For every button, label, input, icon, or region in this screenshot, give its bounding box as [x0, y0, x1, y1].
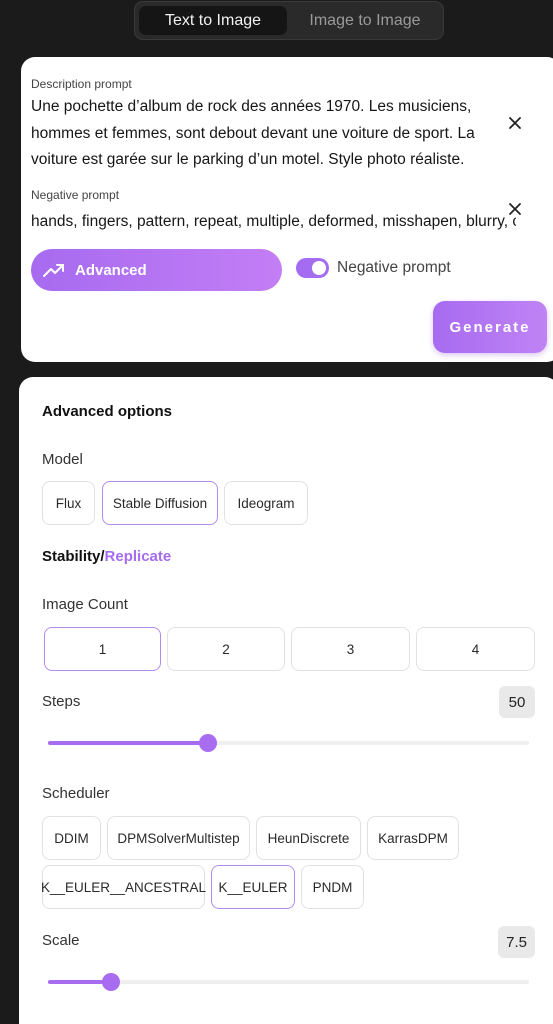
- image-count-3[interactable]: 3: [291, 627, 410, 671]
- scale-label: Scale: [42, 932, 80, 949]
- image-count-2[interactable]: 2: [167, 627, 285, 671]
- scheduler-chip-ddim[interactable]: DDIM: [42, 816, 101, 860]
- scheduler-chip-k-euler-ancestral[interactable]: K__EULER__ANCESTRAL: [41, 865, 206, 909]
- steps-slider-fill: [48, 741, 209, 745]
- scheduler-chip-karrasdpm[interactable]: KarrasDPM: [367, 816, 459, 860]
- model-label: Model: [42, 451, 83, 468]
- negative-prompt-input[interactable]: hands, fingers, pattern, repeat, multipl…: [31, 209, 516, 235]
- clear-description-button[interactable]: [505, 113, 525, 133]
- negative-prompt-label: Negative prompt: [31, 188, 120, 202]
- provider-primary: Stability: [42, 548, 101, 565]
- trending-up-icon: [43, 264, 64, 277]
- scale-slider[interactable]: [48, 973, 529, 991]
- description-prompt-input[interactable]: Une pochette d’album de rock des années …: [31, 94, 511, 174]
- advanced-button[interactable]: Advanced: [31, 249, 282, 291]
- scheduler-chip-pndm[interactable]: PNDM: [301, 865, 364, 909]
- scheduler-chip-k-euler[interactable]: K__EULER: [211, 865, 295, 909]
- provider-label: Stability/Replicate: [42, 548, 171, 565]
- scale-slider-thumb[interactable]: [101, 973, 120, 991]
- advanced-options-title: Advanced options: [42, 403, 173, 420]
- steps-value-badge: 50: [499, 686, 535, 718]
- advanced-options-card: Advanced options Model Flux Stable Diffu…: [19, 377, 553, 1024]
- description-prompt-label: Description prompt: [31, 77, 132, 91]
- image-count-4[interactable]: 4: [416, 627, 535, 671]
- scale-value-badge: 7.5: [498, 926, 535, 958]
- steps-label: Steps: [42, 693, 81, 710]
- model-chip-stable-diffusion[interactable]: Stable Diffusion: [102, 481, 218, 525]
- prompt-card: Description prompt Une pochette d’album …: [21, 57, 553, 362]
- scheduler-chip-heundiscrete[interactable]: HeunDiscrete: [256, 816, 361, 860]
- generate-button[interactable]: Generate: [433, 301, 547, 353]
- tab-image-to-image[interactable]: Image to Image: [291, 6, 439, 35]
- image-count-1[interactable]: 1: [44, 627, 161, 671]
- tab-text-to-image[interactable]: Text to Image: [139, 6, 287, 35]
- negative-prompt-toggle-label: Negative prompt: [337, 259, 451, 276]
- close-icon: [509, 203, 521, 215]
- image-count-label: Image Count: [42, 596, 128, 613]
- negative-prompt-toggle-row: Negative prompt: [296, 258, 451, 278]
- steps-slider-thumb[interactable]: [199, 734, 218, 752]
- close-icon: [509, 117, 521, 129]
- steps-slider[interactable]: [48, 734, 529, 752]
- model-chip-ideogram[interactable]: Ideogram: [224, 481, 308, 525]
- advanced-button-label: Advanced: [75, 261, 147, 279]
- mode-tabs: Text to Image Image to Image: [134, 1, 444, 40]
- scheduler-chip-dpmsolvermultistep[interactable]: DPMSolverMultistep: [107, 816, 250, 860]
- clear-negative-button[interactable]: [505, 199, 525, 219]
- negative-prompt-toggle[interactable]: [296, 258, 329, 278]
- model-chip-flux[interactable]: Flux: [42, 481, 95, 525]
- scheduler-label: Scheduler: [42, 785, 110, 802]
- provider-replicate-link[interactable]: Replicate: [105, 548, 172, 565]
